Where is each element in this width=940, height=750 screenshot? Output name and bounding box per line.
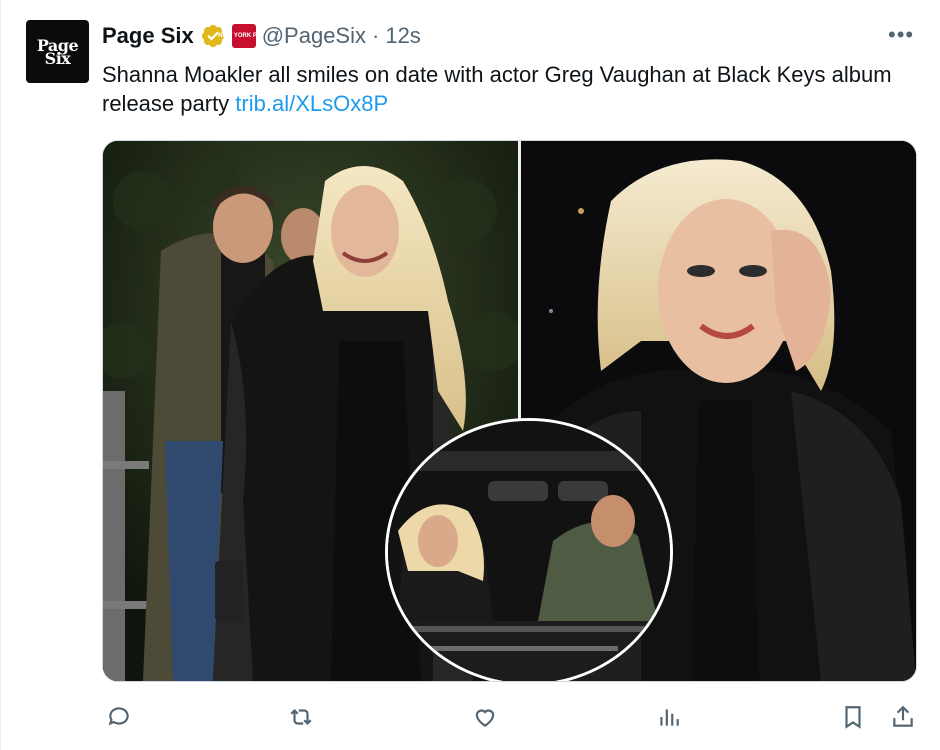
affiliate-badge-icon[interactable]: NEW YORK POST <box>218 24 269 48</box>
views-icon[interactable] <box>652 700 686 734</box>
tweet-text: Shanna Moakler all smiles on date with a… <box>102 60 922 118</box>
tweet-media[interactable] <box>102 140 917 682</box>
share-icon[interactable] <box>886 700 920 734</box>
avatar[interactable]: Page Six <box>26 20 89 83</box>
account-name[interactable]: Page Six <box>102 23 194 49</box>
retweet-icon[interactable] <box>284 700 318 734</box>
photo-inset-car[interactable] <box>385 418 673 681</box>
tweet-body: Shanna Moakler all smiles on date with a… <box>102 62 892 116</box>
more-options-icon[interactable]: ••• <box>888 22 914 48</box>
tweet-header: Page Six NEW YORK POST @PageSix · 12s <box>102 22 421 50</box>
timestamp[interactable]: 12s <box>385 23 420 49</box>
bookmark-icon[interactable] <box>836 700 870 734</box>
tweet-actions <box>102 700 915 734</box>
tweet-link[interactable]: trib.al/XLsOx8P <box>235 91 388 116</box>
account-handle[interactable]: @PageSix <box>262 23 366 49</box>
like-icon[interactable] <box>468 700 502 734</box>
reply-icon[interactable] <box>102 700 136 734</box>
separator-dot: · <box>372 23 380 48</box>
timeline-left-border <box>0 0 1 750</box>
avatar-text-bottom: Six <box>44 48 71 68</box>
